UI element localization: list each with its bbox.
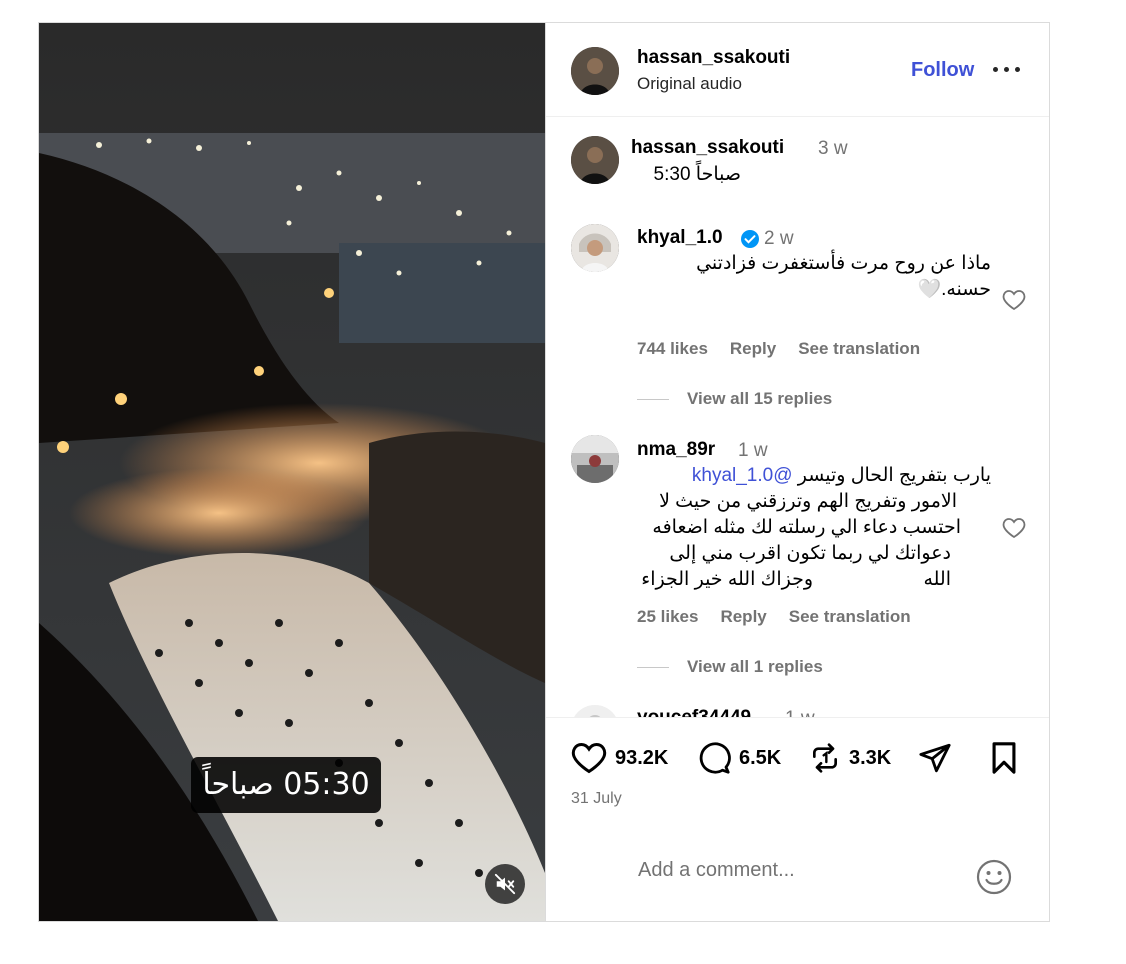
comments-list[interactable]: hassan_ssakouti 3 w صباحاً 5:30 khyal_1.… <box>546 117 1049 717</box>
repost-icon <box>813 743 837 773</box>
default-avatar-icon <box>571 705 619 717</box>
comment-text-line: يارب بتفريج الحال وتيسر @khyal_1.0 <box>637 463 991 489</box>
like-count: 93.2K <box>615 746 669 769</box>
reel-video[interactable]: 05:30 صباحاً <box>39 23 545 921</box>
header-username[interactable]: hassan_ssakouti <box>637 47 790 69</box>
verified-badge-icon <box>741 230 759 248</box>
comment-meta: 25 likes Reply See translation <box>637 607 933 627</box>
view-replies-button[interactable]: View all 15 replies <box>637 389 832 409</box>
replies-divider <box>637 399 669 401</box>
like-comment-heart-icon[interactable] <box>1002 289 1026 311</box>
follow-button[interactable]: Follow <box>911 59 974 82</box>
comment-text-line: الامور وتفريج الهم وترزقني من حيث لا <box>659 491 957 512</box>
avatar[interactable] <box>571 705 619 717</box>
profile-photo-icon <box>571 136 619 184</box>
caption-text: صباحاً 5:30 <box>653 164 741 185</box>
post-dialog: 05:30 صباحاً hassan_ssakouti Original au… <box>38 22 1050 922</box>
comment-username[interactable]: nma_89r <box>637 439 715 461</box>
comment-meta: 744 likes Reply See translation <box>637 339 942 359</box>
share-button[interactable] <box>918 740 952 776</box>
mute-button[interactable] <box>485 864 525 904</box>
comment-button[interactable]: 6.5K <box>697 740 781 776</box>
audio-label[interactable]: Original audio <box>637 74 742 94</box>
heart-icon <box>571 742 607 774</box>
reply-button[interactable]: Reply <box>720 607 766 626</box>
comment-time[interactable]: 1 w <box>785 708 815 717</box>
emoji-icon[interactable] <box>976 859 1012 895</box>
comment-text-segment: يارب بتفريج الحال وتيسر <box>797 465 991 486</box>
avatar[interactable] <box>571 224 619 272</box>
more-options-icon[interactable] <box>993 59 1023 79</box>
post-date[interactable]: 31 July <box>571 790 622 808</box>
video-time-overlay: 05:30 صباحاً <box>191 757 381 813</box>
profile-photo-icon <box>571 435 619 483</box>
bookmark-icon <box>992 742 1016 774</box>
view-replies-button[interactable]: View all 1 replies <box>637 657 823 677</box>
view-replies-label: View all 1 replies <box>687 657 823 676</box>
share-paper-plane-icon <box>919 743 951 773</box>
comment-text-line: احتسب دعاء الي رسلته لك مثله اضعافه <box>652 517 961 538</box>
post-actions: 93.2K 6.5K 3.3K 31 July <box>546 717 1049 828</box>
repost-count: 3.3K <box>849 746 892 769</box>
comment-time[interactable]: 2 w <box>764 228 794 250</box>
caption-username[interactable]: hassan_ssakouti <box>631 137 784 159</box>
mention-link[interactable]: @khyal_1.0 <box>692 465 793 486</box>
comment-text-line: حسنه.🤍 <box>917 279 991 300</box>
comment-time[interactable]: 1 w <box>738 440 768 462</box>
see-translation-button[interactable]: See translation <box>789 607 911 626</box>
post-header: hassan_ssakouti Original audio Follow <box>546 23 1049 117</box>
comment-likes[interactable]: 25 likes <box>637 607 698 626</box>
like-button[interactable]: 93.2K <box>571 740 668 776</box>
comment-text-line: ماذا عن روح مرت فأستغفرت فزادتني <box>696 253 991 274</box>
caption-time[interactable]: 3 w <box>818 138 848 160</box>
avatar[interactable] <box>571 47 619 95</box>
comment-count: 6.5K <box>739 746 782 769</box>
like-comment-heart-icon[interactable] <box>1002 517 1026 539</box>
avatar[interactable] <box>571 136 619 184</box>
comment-bubble-icon <box>699 742 731 774</box>
profile-photo-icon <box>571 224 619 272</box>
comment-likes[interactable]: 744 likes <box>637 339 708 358</box>
post-side-panel: hassan_ssakouti Original audio Follow ha… <box>545 23 1049 921</box>
comment-username[interactable]: khyal_1.0 <box>637 227 723 249</box>
see-translation-button[interactable]: See translation <box>798 339 920 358</box>
repost-button[interactable]: 3.3K <box>809 740 891 776</box>
comment-text-line: وجزاك الله خير الجزاء <box>641 569 813 590</box>
comment-composer <box>546 839 1049 921</box>
profile-photo-icon <box>571 47 619 95</box>
avatar[interactable] <box>571 435 619 483</box>
speaker-muted-icon <box>494 873 516 895</box>
save-button[interactable] <box>989 740 1019 776</box>
comment-username[interactable]: youcef34449 <box>637 707 751 717</box>
add-comment-input[interactable] <box>636 849 940 891</box>
view-replies-label: View all 15 replies <box>687 389 833 408</box>
replies-divider <box>637 667 669 669</box>
reply-button[interactable]: Reply <box>730 339 776 358</box>
